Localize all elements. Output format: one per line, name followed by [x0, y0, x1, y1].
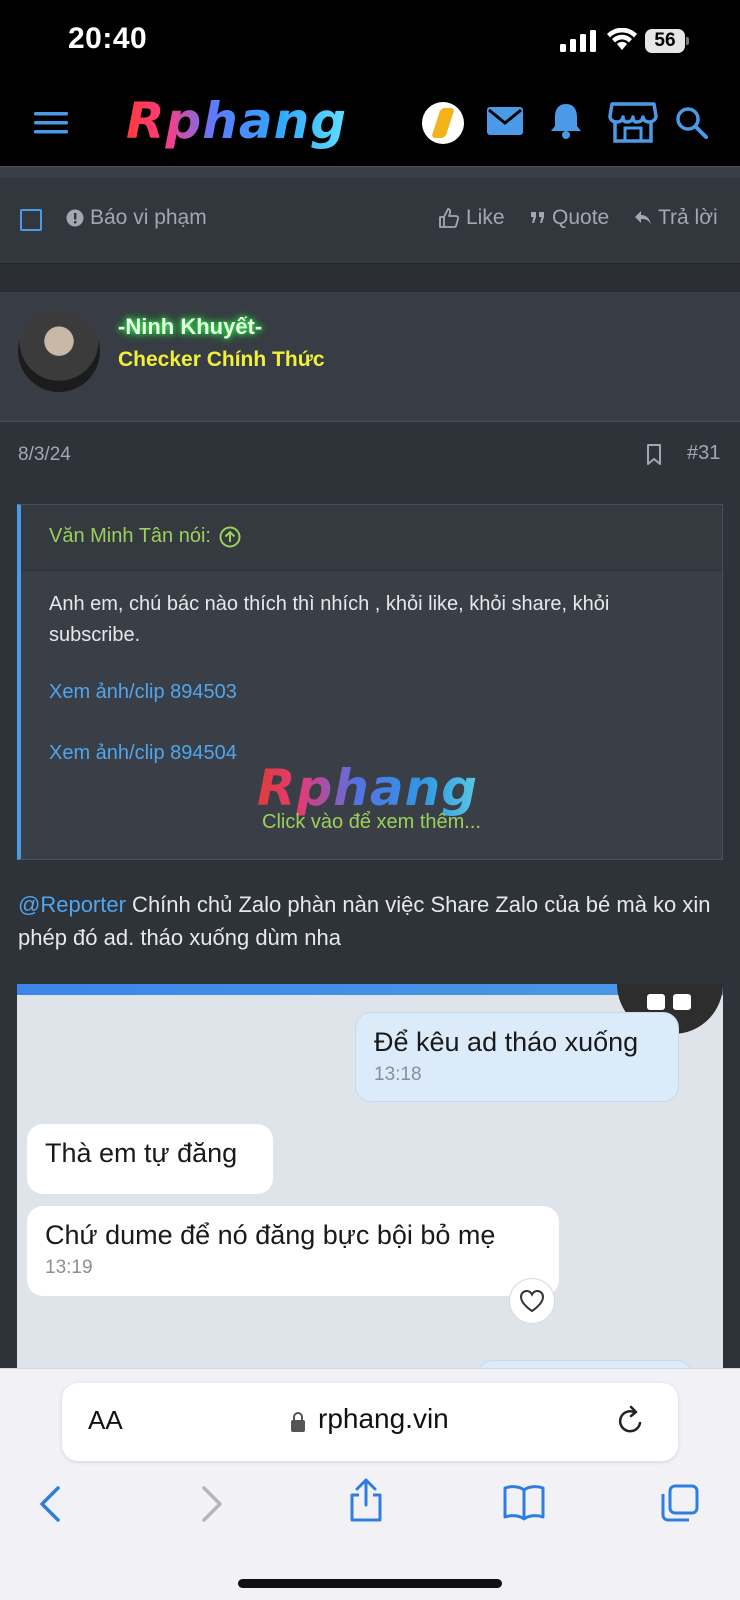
- home-indicator: [238, 1579, 502, 1588]
- share-icon[interactable]: [348, 1477, 384, 1523]
- url-text[interactable]: rphang.vin: [318, 1403, 449, 1435]
- post-number[interactable]: #31: [687, 442, 720, 465]
- store-icon[interactable]: [608, 100, 658, 144]
- bookmark-icon[interactable]: [646, 444, 662, 466]
- author-name[interactable]: -Ninh Khuyết-: [118, 314, 262, 340]
- quote-block: Văn Minh Tân nói: Anh em, chú bác nào th…: [17, 504, 723, 860]
- chat-message: Chứ dume để nó đăng bực bội bỏ mẹ: [45, 1220, 496, 1250]
- reply-icon: [635, 211, 651, 225]
- address-bar[interactable]: AA rphang.vin: [62, 1383, 678, 1461]
- quote-author: Văn Minh Tân nói:: [49, 525, 211, 547]
- react-heart-button: [509, 1278, 555, 1324]
- back-icon[interactable]: [36, 1485, 66, 1523]
- quote-label: Quote: [552, 206, 610, 229]
- chat-bubble-received: Thà em tự đăng: [27, 1124, 273, 1194]
- thumbs-up-icon: [439, 208, 460, 228]
- tabs-icon[interactable]: [660, 1483, 700, 1523]
- alert-icon: [66, 209, 84, 227]
- quote-header: Văn Minh Tân nói:: [21, 505, 722, 571]
- post-body: 8/3/24 #31 Văn Minh Tân nói: Anh em, chú…: [0, 422, 740, 1370]
- lock-icon: [291, 1412, 305, 1432]
- chat-bubble-sent: Để kêu ad tháo xuống 13:18: [355, 1012, 679, 1102]
- forward-icon[interactable]: [196, 1485, 226, 1523]
- heart-icon: [519, 1289, 545, 1313]
- chat-time: 13:18: [374, 1064, 422, 1085]
- arrow-up-circle-icon: [219, 526, 241, 547]
- site-header: Rphang: [0, 84, 740, 166]
- user-avatar[interactable]: [422, 102, 464, 144]
- mail-icon[interactable]: [486, 106, 524, 136]
- user-mention[interactable]: @Reporter: [18, 892, 126, 917]
- chat-message: Để kêu ad tháo xuống: [374, 1027, 639, 1057]
- quote-text: Anh em, chú bác nào thích thì nhích , kh…: [49, 593, 610, 646]
- bookmarks-icon[interactable]: [502, 1483, 546, 1521]
- report-button[interactable]: Báo vi phạm: [66, 206, 207, 230]
- bell-icon[interactable]: [549, 102, 583, 140]
- post-date[interactable]: 8/3/24: [18, 444, 71, 466]
- report-label: Báo vi phạm: [90, 206, 207, 229]
- post-author: -Ninh Khuyết- Checker Chính Thức: [0, 292, 740, 422]
- battery-level: 56: [654, 30, 676, 51]
- site-logo[interactable]: Rphang: [126, 92, 347, 150]
- media-link[interactable]: Xem ảnh/clip 894504: [49, 742, 237, 765]
- chat-message: Thà em tự đăng: [45, 1138, 238, 1168]
- reply-button[interactable]: Trả lời: [634, 206, 718, 230]
- divider: [0, 166, 740, 178]
- author-avatar[interactable]: [18, 310, 100, 392]
- reply-label: Trả lời: [658, 206, 718, 229]
- media-link[interactable]: Xem ảnh/clip 894503: [49, 681, 237, 704]
- like-label: Like: [466, 206, 505, 229]
- browser-toolbar: AA rphang.vin: [0, 1368, 740, 1600]
- reload-icon[interactable]: [614, 1405, 646, 1437]
- quote-icon: [531, 212, 544, 223]
- select-checkbox[interactable]: [20, 209, 42, 231]
- wifi-icon: [607, 28, 637, 50]
- author-title: Checker Chính Thức: [118, 348, 325, 371]
- attached-chat-image[interactable]: Để kêu ad tháo xuống 13:18 Thà em tự đăn…: [17, 984, 723, 1370]
- battery-icon: 56: [645, 29, 689, 53]
- menu-icon[interactable]: [34, 110, 68, 136]
- chat-bubble-received: Chứ dume để nó đăng bực bội bỏ mẹ 13:19: [27, 1206, 559, 1296]
- clock: 20:40: [68, 22, 148, 55]
- quote-button[interactable]: Quote: [530, 206, 609, 230]
- quote-author-link[interactable]: Văn Minh Tân nói:: [49, 525, 241, 548]
- expand-quote-link[interactable]: Click vào để xem thêm...: [21, 811, 722, 834]
- status-bar: 20:40 56: [0, 0, 740, 84]
- cellular-signal-icon: [560, 30, 596, 52]
- post-separator: [0, 264, 740, 292]
- text-size-button[interactable]: AA: [88, 1405, 123, 1436]
- post-action-bar: Báo vi phạm Like Quote Trả lời: [0, 178, 740, 264]
- chat-time: 13:19: [45, 1257, 93, 1278]
- like-button[interactable]: Like: [438, 206, 505, 230]
- search-icon[interactable]: [675, 106, 709, 140]
- post-message: @Reporter Chính chủ Zalo phàn nàn việc S…: [18, 888, 718, 954]
- watermark-logo: Rphang: [257, 759, 479, 817]
